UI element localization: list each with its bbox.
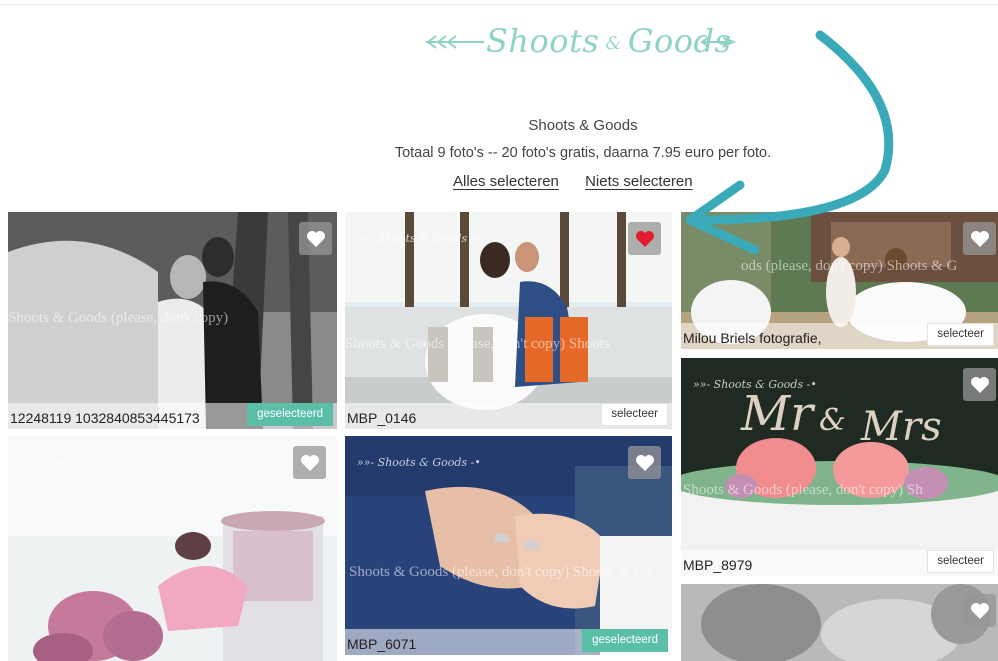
photo-bw-partial [681,584,998,661]
svg-text:Mr: Mr [740,386,816,442]
favorite-button[interactable] [299,222,332,255]
favorite-button[interactable] [628,222,661,255]
photo-name: MBP_6071 [347,636,417,652]
gallery-title: Shoots & Goods [528,117,638,134]
watermark-text: Shoots & Goods (please, don't copy) Shoo… [345,336,610,352]
photo-tile[interactable]: »»- Shoots & Goods -• [8,436,337,661]
photo-tile[interactable]: »»- Shoots & Goods -• Shoots & Goods (pl… [345,436,672,655]
watermark-text: Shoots & Goods (please, don't copy) Shoo… [349,564,652,580]
heart-icon [306,230,325,247]
select-toggle-button[interactable]: geselecteerd [582,629,668,652]
photo-caption: MBP_8979 selecteer [681,550,998,576]
heart-icon [970,376,989,393]
photo-tile[interactable]: Shoots & Goods (please, don't copy) 1224… [8,212,337,429]
photo-tile[interactable]: ods (please, don't copy) Shoots & G Milo… [681,212,998,349]
heart-icon [635,454,654,471]
selection-links: Alles selecteren Niets selecteren [453,173,715,190]
brand-wordmark: Shoots & Goods [486,22,732,60]
photo-name: Milou Briels fotografie, [683,330,822,346]
photo-flowers [8,436,337,661]
photo-name: MBP_8979 [683,557,753,573]
heart-icon [970,602,989,619]
select-toggle-button[interactable]: selecteer [927,550,994,573]
svg-text:Mrs: Mrs [860,404,942,450]
svg-text:&: & [819,403,846,438]
heart-icon [970,230,989,247]
gallery-subtitle: Totaal 9 foto's -- 20 foto's gratis, daa… [394,145,772,161]
photo-caption: MBP_6071 geselecteerd [345,629,672,655]
watermark-logo: »»- Shoots & Goods -• [357,232,481,245]
photo-caption: 12248119 1032840853445173 geselecteerd [8,403,337,429]
heart-icon [300,454,319,471]
watermark-text: Shoots & Goods (please, don't copy) Sh [683,482,923,498]
favorite-button[interactable] [293,446,326,479]
favorite-button[interactable] [628,446,661,479]
photo-tile[interactable] [681,584,998,661]
photo-tile[interactable]: Mr Mrs & »»- Shoots & Goods -• Shoots & … [681,358,998,576]
photo-caption: MBP_0146 selecteer [345,403,672,429]
heart-icon [635,230,654,247]
select-toggle-button[interactable]: selecteer [927,323,994,346]
watermark-text: Shoots & Goods (please, don't copy) [8,310,229,326]
watermark-text: ods (please, don't copy) Shoots & G [741,258,958,274]
select-toggle-button[interactable]: selecteer [601,403,668,426]
watermark-logo: »»- Shoots & Goods -• [357,456,481,469]
photo-tile[interactable]: »»- Shoots & Goods -• Shoots & Goods (pl… [345,212,672,429]
photo-caption: Milou Briels fotografie, selecteer [681,323,998,349]
favorite-button[interactable] [963,594,996,627]
top-divider [0,4,998,5]
brand-logo: Shoots & Goods [420,14,750,68]
select-none-link[interactable]: Niets selecteren [585,173,693,190]
watermark-logo: »»- Shoots & Goods -• [693,378,817,391]
photo-name: 12248119 1032840853445173 [10,410,200,426]
photo-name: MBP_0146 [347,410,417,426]
select-toggle-button[interactable]: geselecteerd [247,403,333,426]
favorite-button[interactable] [963,222,996,255]
select-all-link[interactable]: Alles selecteren [453,173,559,190]
favorite-button[interactable] [963,368,996,401]
watermark-logo: »»- Shoots & Goods -• [20,456,144,469]
